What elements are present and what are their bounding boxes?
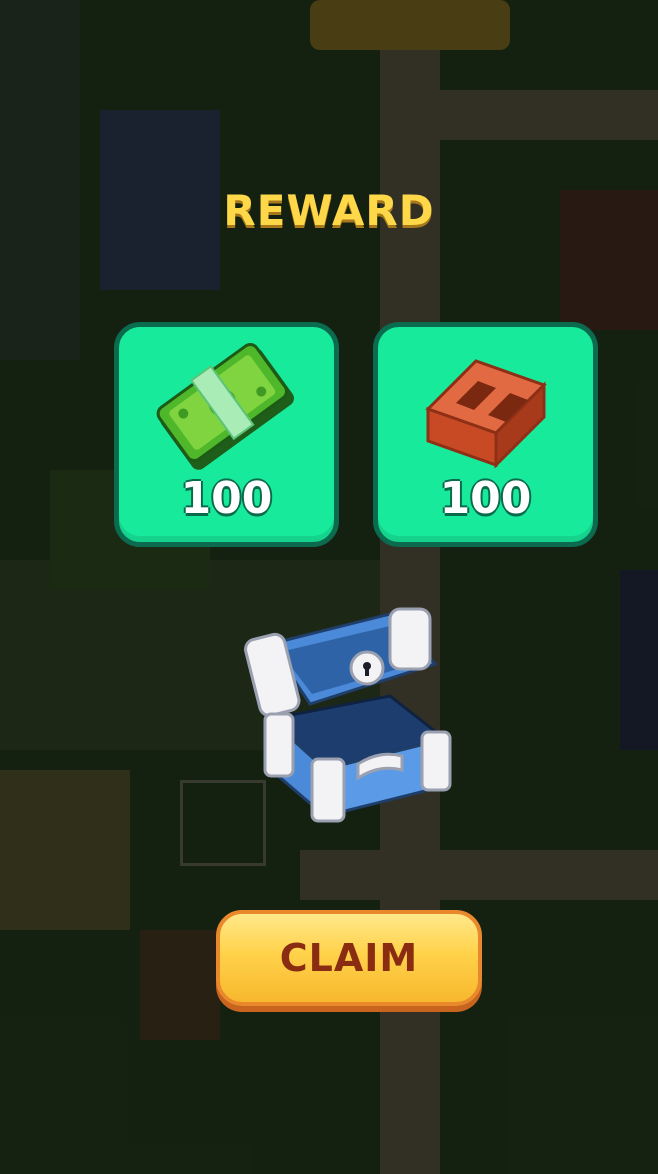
brick-icon bbox=[425, 359, 547, 469]
reward-amount: 100 bbox=[439, 473, 532, 524]
treasure-chest-icon bbox=[244, 607, 452, 823]
claim-button[interactable]: CLAIM bbox=[216, 910, 482, 1006]
reward-title: REWARD bbox=[223, 186, 435, 235]
reward-amount: 100 bbox=[180, 473, 273, 524]
reward-card-brick: 100 bbox=[373, 322, 598, 547]
cash-stack-icon bbox=[156, 343, 294, 470]
reward-card-cash: 100 bbox=[114, 322, 339, 547]
